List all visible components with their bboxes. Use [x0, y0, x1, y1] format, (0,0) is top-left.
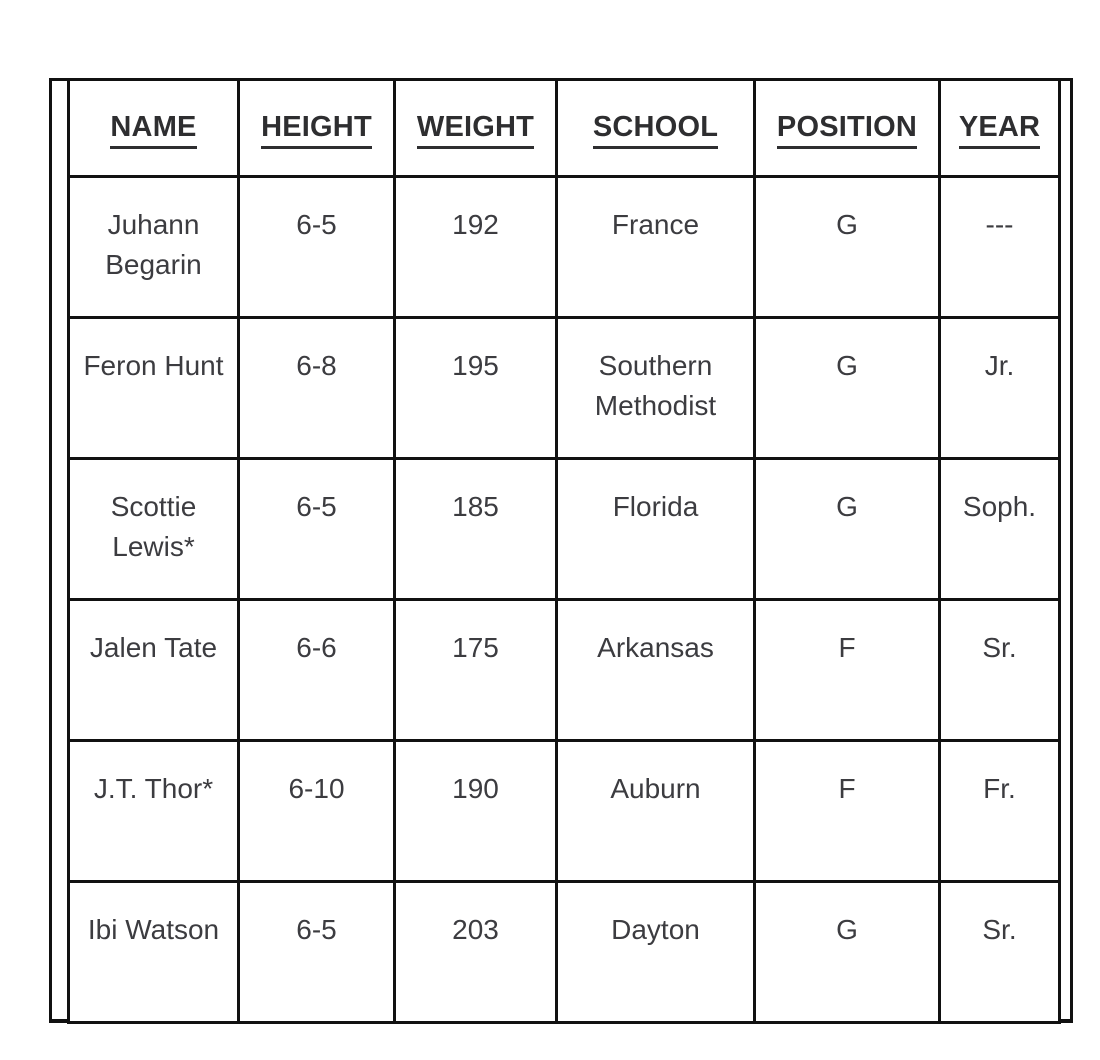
cell-height: 6-5: [237, 175, 396, 319]
column-header-position[interactable]: POSITION: [753, 78, 941, 178]
column-header-height-label: HEIGHT: [261, 111, 372, 150]
cell-school: Southern Methodist: [555, 316, 756, 460]
cell-position: G: [753, 880, 941, 1024]
cell-position: G: [753, 175, 941, 319]
cell-weight: 175: [393, 598, 558, 742]
cell-school: Arkansas: [555, 598, 756, 742]
column-header-height[interactable]: HEIGHT: [237, 78, 396, 178]
cell-height: 6-5: [237, 880, 396, 1024]
cell-year: Sr.: [938, 598, 1061, 742]
cell-name: Juhann Begarin: [67, 175, 240, 319]
cell-weight: 192: [393, 175, 558, 319]
column-header-year[interactable]: YEAR: [938, 78, 1061, 178]
cell-school: Florida: [555, 457, 756, 601]
cell-weight: 185: [393, 457, 558, 601]
cell-year: Sr.: [938, 880, 1061, 1024]
cell-year: Jr.: [938, 316, 1061, 460]
cell-position: F: [753, 598, 941, 742]
column-header-weight-label: WEIGHT: [416, 111, 535, 150]
table-header: NAME HEIGHT WEIGHT SCHOOL POSITION YEAR: [67, 78, 1061, 178]
table-row: Juhann Begarin 6-5 192 France G ---: [67, 175, 1061, 319]
cell-weight: 190: [393, 739, 558, 883]
column-header-year-label: YEAR: [958, 111, 1041, 150]
cell-height: 6-8: [237, 316, 396, 460]
cell-year: Fr.: [938, 739, 1061, 883]
column-header-name[interactable]: NAME: [67, 78, 240, 178]
cell-position: G: [753, 316, 941, 460]
table-body: Juhann Begarin 6-5 192 France G --- Fero…: [67, 175, 1061, 1024]
cell-height: 6-6: [237, 598, 396, 742]
header-row: NAME HEIGHT WEIGHT SCHOOL POSITION YEAR: [67, 78, 1061, 178]
column-header-weight[interactable]: WEIGHT: [393, 78, 558, 178]
player-roster-table: NAME HEIGHT WEIGHT SCHOOL POSITION YEAR …: [67, 78, 1061, 1024]
cell-name: J.T. Thor*: [67, 739, 240, 883]
column-header-school-label: SCHOOL: [592, 111, 719, 150]
column-header-school[interactable]: SCHOOL: [555, 78, 756, 178]
cell-height: 6-10: [237, 739, 396, 883]
column-header-name-label: NAME: [110, 111, 197, 150]
cell-school: Auburn: [555, 739, 756, 883]
table-row: Feron Hunt 6-8 195 Southern Methodist G …: [67, 316, 1061, 460]
cell-weight: 195: [393, 316, 558, 460]
cell-position: G: [753, 457, 941, 601]
cell-year: ---: [938, 175, 1061, 319]
table-row: Jalen Tate 6-6 175 Arkansas F Sr.: [67, 598, 1061, 742]
cell-position: F: [753, 739, 941, 883]
cell-name: Ibi Watson: [67, 880, 240, 1024]
cell-year: Soph.: [938, 457, 1061, 601]
cell-weight: 203: [393, 880, 558, 1024]
table-row: J.T. Thor* 6-10 190 Auburn F Fr.: [67, 739, 1061, 883]
cell-school: Dayton: [555, 880, 756, 1024]
table-row: Ibi Watson 6-5 203 Dayton G Sr.: [67, 880, 1061, 1024]
cell-name: Scottie Lewis*: [67, 457, 240, 601]
cell-school: France: [555, 175, 756, 319]
cell-name: Jalen Tate: [67, 598, 240, 742]
cell-height: 6-5: [237, 457, 396, 601]
table-row: Scottie Lewis* 6-5 185 Florida G Soph.: [67, 457, 1061, 601]
cell-name: Feron Hunt: [67, 316, 240, 460]
roster-table-frame: NAME HEIGHT WEIGHT SCHOOL POSITION YEAR …: [49, 78, 1073, 1024]
column-header-position-label: POSITION: [776, 111, 918, 150]
